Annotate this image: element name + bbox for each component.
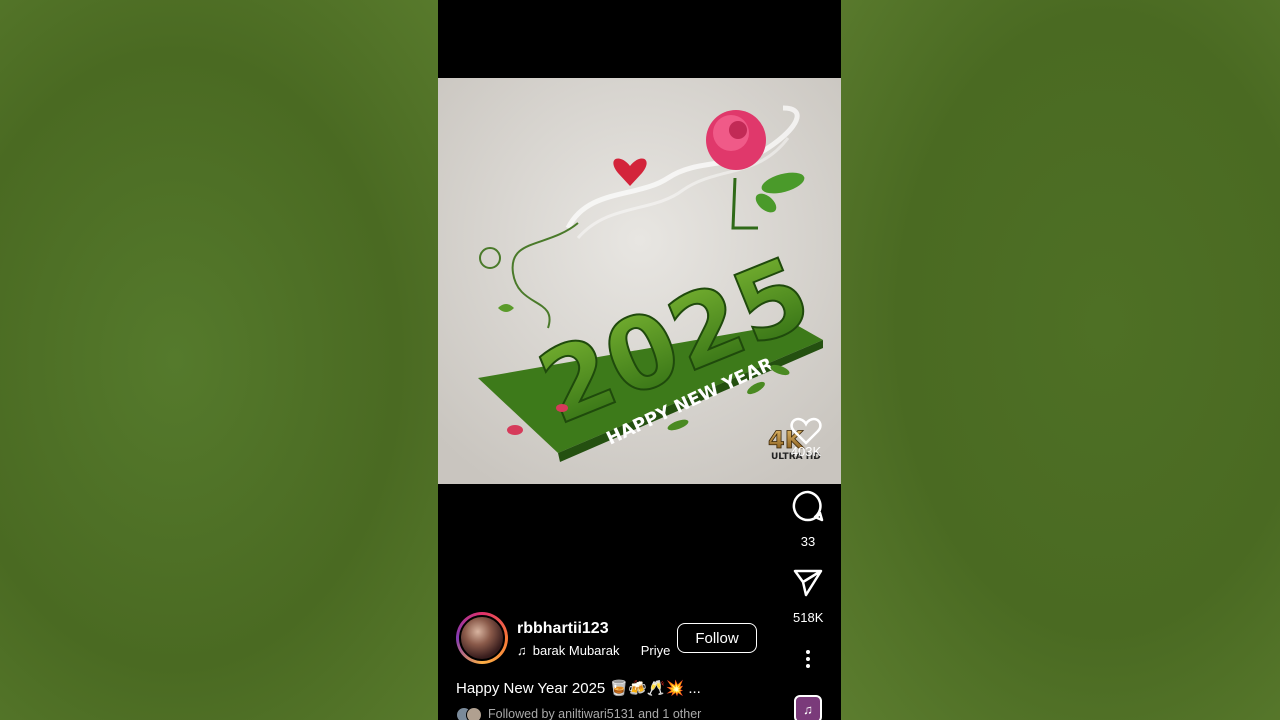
share-count: 518K xyxy=(793,610,824,625)
song-title: barak Mubarak xyxy=(532,643,620,658)
music-note-icon: ♫ xyxy=(517,643,527,658)
follow-button[interactable]: Follow xyxy=(677,623,757,653)
comment-count: 33 xyxy=(800,534,816,549)
follower-avatars xyxy=(456,707,482,720)
blurred-background-right xyxy=(841,0,1280,720)
reel-viewer: 2025 HAPPY NEW YEAR 4K ULTRA HD 403K 33 … xyxy=(438,0,841,720)
audio-thumbnail[interactable]: ♫ xyxy=(794,695,822,720)
heart-icon[interactable] xyxy=(790,416,822,446)
username[interactable]: rbbhartii123 xyxy=(517,620,609,638)
avatar[interactable] xyxy=(456,612,508,664)
post-image[interactable]: 2025 HAPPY NEW YEAR 4K ULTRA HD xyxy=(438,78,841,484)
audio-info[interactable]: ♫ barak Mubarak Priye xyxy=(517,643,670,658)
share-action[interactable]: 518K xyxy=(793,568,823,625)
more-options-button[interactable] xyxy=(804,649,812,669)
music-note-icon: ♫ xyxy=(803,701,813,717)
send-icon[interactable] xyxy=(793,568,823,598)
comment-icon[interactable] xyxy=(792,490,824,522)
artist-name: Priye xyxy=(640,643,671,658)
followed-by-text: Followed by aniltiwari5131 and 1 other xyxy=(488,707,702,720)
more-vertical-icon[interactable] xyxy=(804,649,812,669)
like-action[interactable]: 403K xyxy=(790,416,822,459)
post-caption[interactable]: Happy New Year 2025 🥃🍻🥂💥 ... xyxy=(456,679,701,697)
followed-by[interactable]: Followed by aniltiwari5131 and 1 other xyxy=(456,707,701,720)
like-count: 403K xyxy=(790,444,822,459)
blurred-background-left xyxy=(0,0,438,720)
comment-action[interactable]: 33 xyxy=(792,490,824,549)
